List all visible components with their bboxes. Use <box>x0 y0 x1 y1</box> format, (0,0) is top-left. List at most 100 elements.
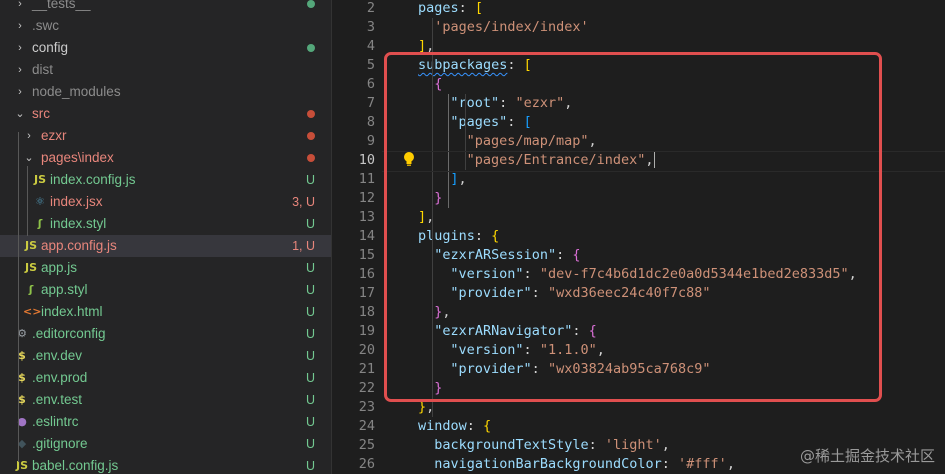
code-token: "ezxrARNavigator" <box>434 323 573 339</box>
code-token: , <box>661 437 670 453</box>
code-token: : <box>556 247 573 263</box>
code-line[interactable]: "pages": [ <box>450 113 531 132</box>
file-tree-item[interactable]: ⌄ pages\index <box>0 147 331 169</box>
line-number: 3 <box>366 19 375 35</box>
file-tree-item[interactable]: $ .env.prod U <box>0 367 331 389</box>
chevron-right-icon: › <box>27 130 31 142</box>
line-number: 8 <box>366 114 375 130</box>
file-name: app.config.js <box>41 238 117 253</box>
chevron-down-icon: ⌄ <box>15 108 25 120</box>
git-status-badge: U <box>305 305 315 319</box>
code-token: [ <box>523 114 532 130</box>
file-tree-item[interactable]: ʃ index.styl U <box>0 213 331 235</box>
code-line[interactable]: }, <box>434 303 450 322</box>
chevron-right-icon: › <box>18 0 22 10</box>
modified-dot-icon <box>307 0 315 8</box>
html-file-icon: <> <box>23 305 42 318</box>
code-token: "root" <box>450 95 500 111</box>
code-line[interactable]: ], <box>450 170 466 189</box>
current-line-highlight <box>382 151 945 172</box>
chevron-right-icon: › <box>18 20 22 32</box>
file-tree-item[interactable]: ● .eslintrc U <box>0 411 331 433</box>
file-tree-item[interactable]: $ .env.dev U <box>0 345 331 367</box>
gear-icon: ⚙ <box>17 327 27 340</box>
code-token: , <box>458 171 467 187</box>
code-token: ] <box>418 209 427 225</box>
code-line[interactable]: 'pages/index/index' <box>434 18 588 37</box>
file-tree-item[interactable]: ʃ app.styl U <box>0 279 331 301</box>
line-number: 14 <box>358 228 375 244</box>
file-name: node_modules <box>32 84 121 99</box>
file-name: .env.prod <box>32 370 88 385</box>
code-line[interactable]: "version": "dev-f7c4b6d1dc2e0a0d5344e1be… <box>450 265 856 284</box>
file-name: .swc <box>32 18 59 33</box>
code-line[interactable]: window: { <box>418 417 491 436</box>
dollar-icon: $ <box>18 371 26 384</box>
line-number: 2 <box>366 0 375 16</box>
code-token: , <box>442 304 451 320</box>
line-number: 19 <box>358 323 375 339</box>
code-line[interactable]: navigationBarBackgroundColor: '#fff', <box>434 455 735 474</box>
git-status-badge: U <box>305 393 315 407</box>
code-token: : <box>458 0 475 16</box>
code-line[interactable]: "ezxrARSession": { <box>434 246 580 265</box>
code-token: , <box>596 342 605 358</box>
file-tree-item[interactable]: JS index.config.js U <box>0 169 331 191</box>
code-token: : <box>531 361 548 377</box>
git-status-badge: U <box>305 283 315 297</box>
code-token: plugins <box>418 228 475 244</box>
code-line[interactable]: "version": "1.1.0", <box>450 341 604 360</box>
line-number: 13 <box>358 209 375 225</box>
git-status-badge: U <box>305 261 315 275</box>
code-line[interactable]: pages: [ <box>418 0 483 18</box>
file-tree-item[interactable]: ◆ .gitignore U <box>0 433 331 455</box>
code-line[interactable]: "root": "ezxr", <box>450 94 572 113</box>
code-line[interactable]: "pages/map/map", <box>467 132 597 151</box>
code-editor[interactable]: 2 3 4 5 6 7 8 9 10 11 12 13 14 15 16 17 18 19 20 21 22 23 24 25… <box>332 0 945 474</box>
file-tree-item[interactable]: › __tests__ <box>0 0 331 15</box>
code-line[interactable]: backgroundTextStyle: 'light', <box>434 436 670 455</box>
file-tree-item[interactable]: › ezxr <box>0 125 331 147</box>
file-tree-item[interactable]: $ .env.test U <box>0 389 331 411</box>
code-line[interactable]: plugins: { <box>418 227 499 246</box>
git-status-badge: U <box>305 217 315 231</box>
code-token: "pages" <box>450 114 508 130</box>
code-token: : <box>661 456 679 472</box>
file-tree-item[interactable]: ⌄ src <box>0 103 331 125</box>
code-line[interactable]: "provider": "wx03824ab95ca768c9" <box>450 360 710 379</box>
file-tree-item[interactable]: › config <box>0 37 331 59</box>
file-tree-item[interactable]: JS app.js U <box>0 257 331 279</box>
code-line[interactable]: } <box>434 189 442 208</box>
file-tree-item[interactable]: › .swc <box>0 15 331 37</box>
code-token: } <box>434 190 443 206</box>
code-token: [ <box>523 57 532 73</box>
code-token: : <box>523 266 540 282</box>
file-tree-item[interactable]: <> index.html U <box>0 301 331 323</box>
code-token: : <box>523 342 540 358</box>
git-status-badge: U <box>305 349 315 363</box>
code-token: '#fff' <box>678 456 727 472</box>
file-tree-item[interactable]: JS babel.config.js U <box>0 455 331 474</box>
code-line[interactable]: subpackages: [ <box>418 56 532 75</box>
file-name: .editorconfig <box>32 326 106 341</box>
file-tree-item[interactable]: ⚙ .editorconfig U <box>0 323 331 345</box>
code-token: { <box>491 228 500 244</box>
code-line[interactable]: { <box>434 75 442 94</box>
file-tree-item[interactable]: › dist <box>0 59 331 81</box>
indent-guide <box>432 18 434 417</box>
file-name: .eslintrc <box>32 414 79 429</box>
code-line[interactable]: "provider": "wxd36eec24c40f7c88" <box>450 284 710 303</box>
file-tree-item[interactable]: ⚛ index.jsx 3, U <box>0 191 331 213</box>
code-token: } <box>434 380 443 396</box>
code-token: "wxd36eec24c40f7c88" <box>547 285 711 301</box>
code-token: } <box>418 399 427 415</box>
code-line[interactable]: } <box>434 379 442 398</box>
file-tree-item[interactable]: › node_modules <box>0 81 331 103</box>
dollar-icon: $ <box>18 393 26 406</box>
file-name: app.styl <box>41 282 88 297</box>
lightbulb-icon[interactable] <box>402 150 416 169</box>
file-tree-item[interactable]: JS app.config.js 1, U <box>0 235 331 257</box>
code-line[interactable]: "ezxrARNavigator": { <box>434 322 597 341</box>
line-number: 18 <box>358 304 375 320</box>
line-number: 11 <box>358 171 375 187</box>
